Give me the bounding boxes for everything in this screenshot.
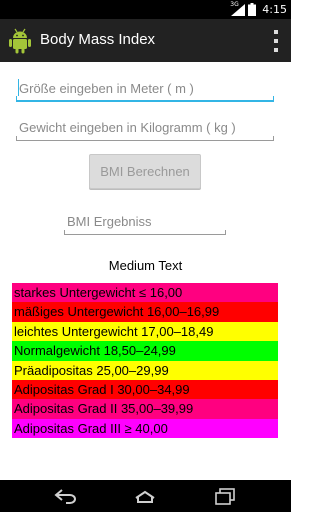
height-input[interactable]: Größe eingeben in Meter ( m ) bbox=[16, 76, 274, 102]
weight-input-hint: Gewicht eingeben in Kilogramm ( kg ) bbox=[19, 120, 236, 135]
overflow-menu-icon[interactable] bbox=[271, 30, 281, 52]
bmi-category-row: Präadipositas 25,00–29,99 bbox=[12, 360, 278, 380]
bmi-category-row: Adipositas Grad II 35,00–39,99 bbox=[12, 399, 278, 419]
bmi-category-row: Adipositas Grad III ≥ 40,00 bbox=[12, 418, 278, 439]
status-icons: 3G 4:15 bbox=[230, 0, 287, 17]
bmi-category-row: starkes Untergewicht ≤ 16,00 bbox=[12, 283, 278, 303]
medium-text-label: Medium Text bbox=[108, 258, 183, 273]
app-title: Body Mass Index bbox=[40, 31, 156, 48]
calculate-bmi-button[interactable]: BMI Berechnen bbox=[89, 154, 201, 189]
status-bar: 3G 4:15 bbox=[0, 0, 291, 19]
bmi-category-row: Normalgewicht 18,50–24,99 bbox=[12, 341, 278, 361]
signal-icon: 3G bbox=[230, 0, 246, 16]
bmi-result-field[interactable]: BMI Ergebniss bbox=[64, 209, 226, 235]
android-icon[interactable] bbox=[8, 28, 32, 54]
weight-input[interactable]: Gewicht eingeben in Kilogramm ( kg ) bbox=[16, 115, 274, 141]
battery-icon bbox=[248, 3, 257, 16]
bmi-category-list: starkes Untergewicht ≤ 16,00 mäßiges Unt… bbox=[12, 283, 278, 439]
bmi-category-row: Adipositas Grad I 30,00–34,99 bbox=[12, 379, 278, 400]
navigation-bar bbox=[0, 480, 291, 512]
status-time: 4:15 bbox=[262, 3, 287, 16]
back-icon[interactable] bbox=[52, 484, 80, 508]
height-input-hint: Größe eingeben in Meter ( m ) bbox=[19, 81, 194, 96]
bmi-category-row: mäßiges Untergewicht 16,00–16,99 bbox=[12, 302, 278, 322]
network-type-label: 3G bbox=[230, 0, 239, 8]
bmi-category-row: leichtes Untergewicht 17,00–18,49 bbox=[12, 321, 278, 342]
home-icon[interactable] bbox=[131, 484, 159, 508]
action-bar: Body Mass Index bbox=[0, 19, 291, 62]
main-content: Größe eingeben in Meter ( m ) Gewicht ei… bbox=[0, 62, 291, 480]
bmi-result-hint: BMI Ergebniss bbox=[67, 214, 152, 229]
recent-apps-icon[interactable] bbox=[211, 484, 239, 508]
